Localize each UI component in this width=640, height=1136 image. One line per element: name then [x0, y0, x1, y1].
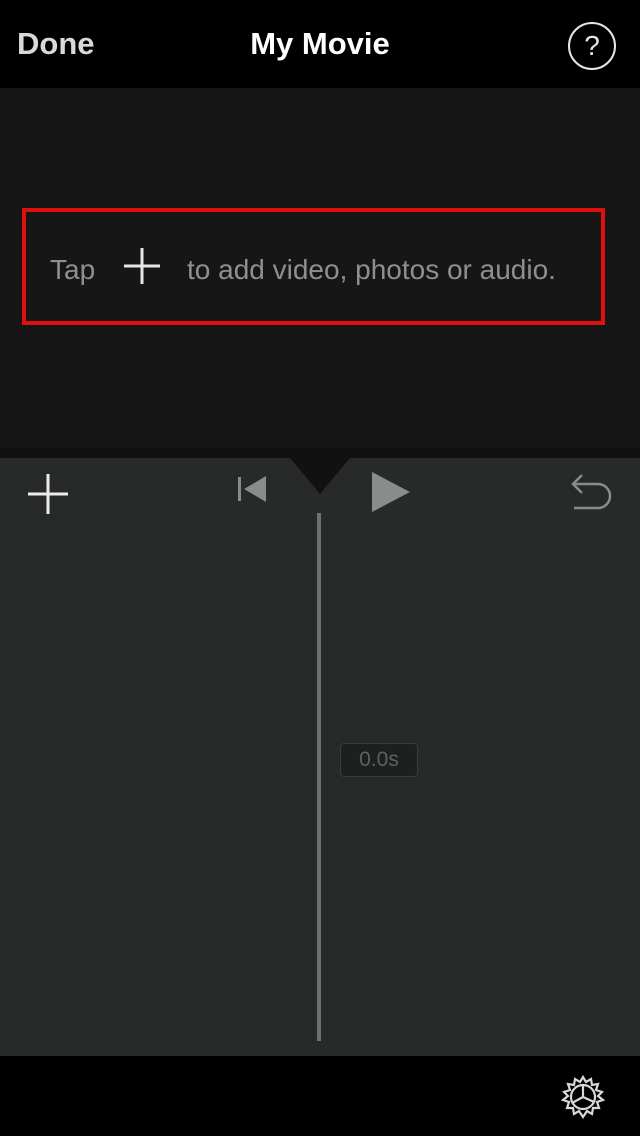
duration-badge: 0.0s [340, 743, 418, 777]
add-media-hint: Tap to add video, photos or audio. [22, 208, 605, 325]
undo-button[interactable] [568, 470, 616, 514]
imovie-editor: Done My Movie ? Tap to add video, photos… [0, 0, 640, 1136]
bottom-toolbar [0, 1056, 640, 1136]
settings-button[interactable] [560, 1074, 606, 1120]
playhead-marker [290, 458, 350, 494]
plus-icon [124, 248, 160, 284]
gear-icon [560, 1074, 606, 1119]
page-title: My Movie [250, 26, 390, 61]
help-button[interactable]: ? [568, 22, 616, 70]
skip-to-start-button[interactable] [234, 472, 270, 506]
help-icon: ? [584, 30, 600, 61]
plus-icon [28, 474, 68, 514]
skip-to-start-icon [238, 476, 266, 502]
navigation-bar: Done My Movie ? [0, 0, 640, 88]
playhead-line[interactable] [317, 513, 321, 1041]
play-icon [372, 472, 410, 512]
undo-icon [571, 474, 612, 510]
hint-instruction-text: to add video, photos or audio. [187, 254, 556, 285]
play-button[interactable] [368, 470, 414, 514]
divider [0, 448, 640, 458]
hint-tap-text: Tap [50, 254, 96, 285]
preview-viewer: Tap to add video, photos or audio. [0, 88, 640, 448]
add-media-button[interactable] [26, 472, 70, 516]
timeline-editor[interactable]: 0.0s [0, 458, 640, 1056]
